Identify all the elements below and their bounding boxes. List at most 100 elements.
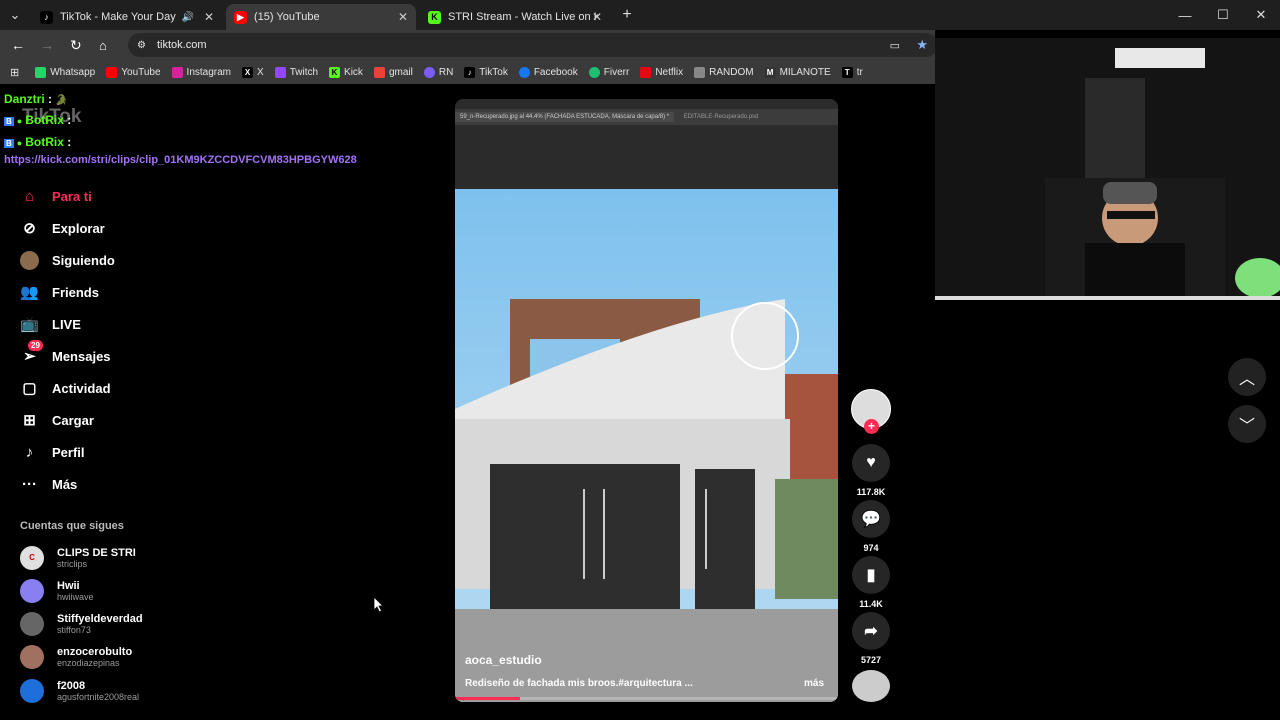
kick-icon: K xyxy=(329,66,341,78)
bookmark-kick[interactable]: K Kick xyxy=(329,66,363,78)
forward-icon[interactable]: → xyxy=(40,37,54,53)
bookmark-milanote[interactable]: M MILANOTE xyxy=(764,66,831,78)
bookmark-x[interactable]: XX xyxy=(242,66,264,78)
avatar xyxy=(20,645,44,669)
chat-link[interactable]: https://kick.com/stri/clips/clip_01KM9KZ… xyxy=(4,154,357,166)
new-tab-button[interactable]: + xyxy=(618,6,636,24)
nav-label: LIVE xyxy=(52,316,81,332)
share-button[interactable]: ➦ 5727 xyxy=(851,612,891,665)
chat-username: BotRix xyxy=(25,113,64,127)
bot-badge-icon: B xyxy=(4,139,14,148)
tab-youtube[interactable]: ▶ (15) YouTube ✕ xyxy=(226,4,416,30)
cast-icon[interactable]: ▭ xyxy=(890,39,900,52)
nav-item-actividad[interactable]: ▢ Actividad xyxy=(20,376,110,400)
previous-video-button[interactable]: ︿ xyxy=(1228,358,1266,396)
editor-tabs: 59_n-Recuperado.jpg al 44.4% (FACHADA ES… xyxy=(455,109,838,125)
nav-item-live[interactable]: 📺 LIVE xyxy=(20,312,81,336)
streamer-webcam-image xyxy=(935,48,1280,300)
back-icon[interactable]: ← xyxy=(11,37,25,53)
video-author[interactable]: aoca_estudio xyxy=(465,653,542,667)
caption-more-button[interactable]: más xyxy=(804,678,824,689)
tab-search-icon[interactable]: ⌄ xyxy=(0,0,30,30)
bookmark-tr[interactable]: Ttr xyxy=(841,66,863,78)
following-account[interactable]: Stiffyeldeverdad stiffon73 xyxy=(20,609,143,639)
address-bar[interactable]: ⚙ tiktok.com ▭ ★ xyxy=(128,33,938,57)
bookmark-label: Fiverr xyxy=(603,66,630,78)
video-screen-capture: 59_n-Recuperado.jpg al 44.4% (FACHADA ES… xyxy=(455,99,838,189)
creator-avatar-button[interactable]: + xyxy=(851,389,891,434)
bookmark-whatsapp[interactable]: Whatsapp xyxy=(35,66,95,78)
close-icon[interactable]: ✕ xyxy=(592,10,602,24)
chat-message: B ● BotRix : xyxy=(4,113,71,127)
bookmark-netflix[interactable]: Netflix xyxy=(640,66,683,78)
video-progress-track[interactable] xyxy=(455,697,838,700)
nav-item-siguiendo[interactable]: Siguiendo xyxy=(20,248,115,272)
netflix-icon xyxy=(640,66,652,78)
maximize-button[interactable]: ☐ xyxy=(1204,0,1242,30)
following-account[interactable]: Hwii hwiiwave xyxy=(20,576,94,606)
bookmark-rn[interactable]: RN xyxy=(423,66,454,78)
nav-label: Siguiendo xyxy=(52,252,115,268)
account-handle: enzodiazepinas xyxy=(57,658,120,668)
bookmark-label: Instagram xyxy=(186,66,232,78)
follow-plus-icon[interactable]: + xyxy=(864,419,879,434)
home-icon: ⌂ xyxy=(24,187,35,205)
nav-item-mensajes[interactable]: ➢ 29 Mensajes xyxy=(20,339,111,368)
bookmark-twitch[interactable]: Twitch xyxy=(274,66,318,78)
tab-tiktok[interactable]: ♪ TikTok - Make Your Day 🔊 ✕ xyxy=(32,4,222,30)
apps-grid-icon[interactable]: ⊞ xyxy=(10,66,19,79)
bookmark-label: MILANOTE xyxy=(779,66,831,78)
twitch-icon xyxy=(274,66,286,78)
gmail-icon xyxy=(373,66,385,78)
tab-title: (15) YouTube xyxy=(254,11,320,23)
heart-icon: ♥ xyxy=(852,444,890,482)
nav-item-mas[interactable]: ··· Más xyxy=(20,472,77,496)
bookmark-icon: ▮ xyxy=(852,556,890,594)
comment-button[interactable]: 💬 974 xyxy=(851,500,891,553)
chat-text: : xyxy=(48,92,53,106)
kick-icon: K xyxy=(428,10,441,24)
next-video-button[interactable]: ﹀ xyxy=(1228,405,1266,443)
webcam-overlay xyxy=(935,38,1280,300)
video-player[interactable]: 59_n-Recuperado.jpg al 44.4% (FACHADA ES… xyxy=(455,99,838,702)
nav-label: Friends xyxy=(52,284,99,300)
bookmark-label: RN xyxy=(438,66,454,78)
close-icon[interactable]: ✕ xyxy=(204,10,214,24)
following-account[interactable]: enzocerobulto enzodiazepinas xyxy=(20,642,132,672)
nav-item-para-ti[interactable]: ⌂ Para ti xyxy=(20,184,92,208)
bookmark-random[interactable]: RANDOM xyxy=(694,66,754,78)
following-account[interactable]: f2008 agusfortnite2008real xyxy=(20,676,139,706)
bookmark-tiktok[interactable]: ♪ TikTok xyxy=(464,66,508,78)
bookmark-youtube[interactable]: YouTube xyxy=(106,66,161,78)
save-button[interactable]: ▮ 11.4K xyxy=(851,556,891,609)
bookmark-gmail[interactable]: gmail xyxy=(373,66,413,78)
following-heading: Cuentas que sigues xyxy=(20,520,124,532)
close-window-button[interactable]: ✕ xyxy=(1242,0,1280,30)
site-info-icon[interactable]: ⚙ xyxy=(137,40,146,51)
nav-item-cargar[interactable]: ⊞ Cargar xyxy=(20,408,94,432)
account-name: enzocerobulto xyxy=(57,646,133,658)
tab-kick[interactable]: K STRI Stream - Watch Live on Ki ✕ xyxy=(420,4,610,30)
nav-item-perfil[interactable]: ♪ Perfil xyxy=(20,440,85,464)
comment-count: 974 xyxy=(863,543,879,553)
account-handle: stiffon73 xyxy=(57,625,91,635)
like-button[interactable]: ♥ 117.8K xyxy=(851,444,891,497)
nav-item-explorar[interactable]: ⊘ Explorar xyxy=(20,216,105,240)
nav-item-friends[interactable]: 👥 Friends xyxy=(20,280,99,304)
tiktok-icon: ♪ xyxy=(464,66,476,78)
home-button-icon[interactable]: ⌂ xyxy=(99,38,107,53)
close-icon[interactable]: ✕ xyxy=(398,10,408,24)
bookmark-facebook[interactable]: Facebook xyxy=(518,66,578,78)
minimize-button[interactable]: — xyxy=(1166,0,1204,30)
music-disc-button[interactable] xyxy=(851,670,891,702)
bookmark-fiverr[interactable]: Fiverr xyxy=(588,66,630,78)
bookmark-star-icon[interactable]: ★ xyxy=(916,37,928,53)
more-icon: ··· xyxy=(22,475,37,493)
messages-icon: ➢ 29 xyxy=(20,339,43,366)
speaker-icon[interactable]: 🔊 xyxy=(182,12,194,23)
reload-icon[interactable]: ↻ xyxy=(70,37,82,54)
bookmark-label: gmail xyxy=(388,66,413,78)
video-caption: Rediseño de fachada mis broos.#arquitect… xyxy=(465,678,693,689)
following-account[interactable]: C CLIPS DE STRI striclips xyxy=(20,543,136,573)
bookmark-instagram[interactable]: Instagram xyxy=(171,66,232,78)
